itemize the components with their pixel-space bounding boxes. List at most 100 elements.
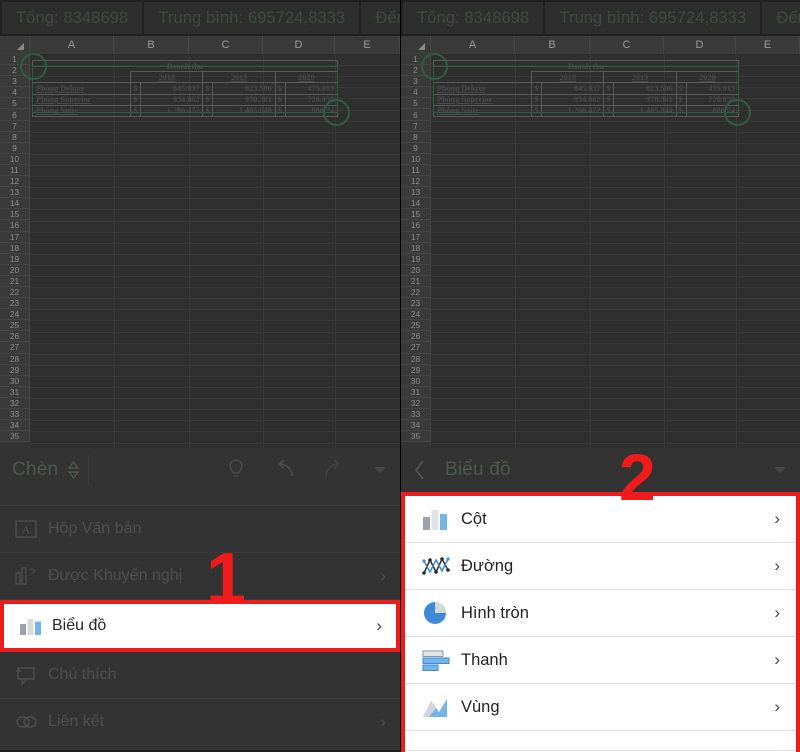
chart-type-area[interactable]: Vùng › <box>405 684 796 731</box>
row-header-5[interactable]: 5 <box>401 98 431 110</box>
row-header-6[interactable]: 6 <box>0 109 30 121</box>
row-header-25[interactable]: 25 <box>0 320 30 332</box>
row-header-11[interactable]: 11 <box>401 164 431 177</box>
chart-type-column[interactable]: Cột › <box>405 496 796 543</box>
row-header-12[interactable]: 12 <box>0 176 30 188</box>
row-header-35[interactable]: 35 <box>401 431 431 443</box>
grid-area-left[interactable]: Doanh thu 2018 2019 2020 Phòng Deluxe $ … <box>20 53 400 448</box>
row-header-23[interactable]: 23 <box>0 298 30 310</box>
row-header-14[interactable]: 14 <box>0 198 30 210</box>
menu-item-link[interactable]: Liên kết › <box>0 699 400 746</box>
row-header-26[interactable]: 26 <box>401 331 431 343</box>
row-header-22[interactable]: 22 <box>401 286 431 299</box>
row-header-16[interactable]: 16 <box>0 220 30 232</box>
row-header-31[interactable]: 31 <box>0 386 30 398</box>
row-header-3[interactable]: 3 <box>401 76 431 88</box>
row-header-18[interactable]: 18 <box>401 242 431 254</box>
row-header-14[interactable]: 14 <box>401 198 431 210</box>
row-header-8[interactable]: 8 <box>401 131 431 143</box>
row-header-17[interactable]: 17 <box>401 231 431 243</box>
row-header-17[interactable]: 17 <box>0 231 30 243</box>
toolbar-tab-label[interactable]: Chèn <box>12 459 58 481</box>
chart-type-partial-row[interactable] <box>405 731 796 751</box>
column-header-b[interactable]: B <box>114 36 189 54</box>
chart-type-line[interactable]: Đường › <box>405 543 796 590</box>
row-header-22[interactable]: 22 <box>0 286 30 299</box>
row-header-2[interactable]: 2 <box>401 65 431 77</box>
row-header-3[interactable]: 3 <box>0 76 30 88</box>
column-header-d[interactable]: D <box>664 36 736 54</box>
row-header-15[interactable]: 15 <box>0 209 30 221</box>
row-header-32[interactable]: 32 <box>0 397 30 409</box>
row-header-35[interactable]: 35 <box>0 431 30 443</box>
row-header-16[interactable]: 16 <box>401 220 431 232</box>
row-header-29[interactable]: 29 <box>401 364 431 376</box>
row-header-1[interactable]: 1 <box>401 54 431 66</box>
row-header-19[interactable]: 19 <box>0 253 30 265</box>
row-header-10[interactable]: 10 <box>0 153 30 165</box>
row-header-12[interactable]: 12 <box>401 176 431 188</box>
row-header-34[interactable]: 34 <box>401 420 431 432</box>
menu-item-comment[interactable]: Chú thích <box>0 652 400 699</box>
row-header-6[interactable]: 6 <box>401 109 431 121</box>
select-all-corner[interactable] <box>0 36 30 53</box>
select-all-corner[interactable] <box>401 36 431 53</box>
row-header-10[interactable]: 10 <box>401 153 431 165</box>
row-header-33[interactable]: 33 <box>401 409 431 421</box>
row-header-33[interactable]: 33 <box>0 409 30 421</box>
spinner-icon[interactable] <box>67 460 80 480</box>
row-header-25[interactable]: 25 <box>401 320 431 332</box>
row-header-24[interactable]: 24 <box>0 309 30 321</box>
chart-type-pie[interactable]: Hình tròn › <box>405 590 796 637</box>
row-header-28[interactable]: 28 <box>0 353 30 365</box>
row-header-27[interactable]: 27 <box>0 342 30 354</box>
chevron-down-icon[interactable] <box>372 464 388 476</box>
row-header-7[interactable]: 7 <box>0 120 30 132</box>
column-header-a[interactable]: A <box>30 36 114 54</box>
row-header-5[interactable]: 5 <box>0 98 30 110</box>
menu-item-recommended[interactable]: ? Được Khuyến nghị › <box>0 553 400 600</box>
row-header-11[interactable]: 11 <box>0 164 30 177</box>
row-header-4[interactable]: 4 <box>401 87 431 99</box>
redo-icon[interactable] <box>322 459 346 481</box>
row-header-7[interactable]: 7 <box>401 120 431 132</box>
row-header-13[interactable]: 13 <box>0 187 30 199</box>
row-header-21[interactable]: 21 <box>0 275 30 287</box>
column-header-e[interactable]: E <box>335 36 400 54</box>
row-header-2[interactable]: 2 <box>0 65 30 77</box>
row-header-1[interactable]: 1 <box>0 54 30 66</box>
grid-area-right[interactable]: Doanh thu 2018 2019 2020 Phòng Deluxe $ … <box>421 53 800 448</box>
row-header-9[interactable]: 9 <box>0 142 30 154</box>
row-header-29[interactable]: 29 <box>0 364 30 376</box>
row-header-28[interactable]: 28 <box>401 353 431 365</box>
chart-type-bar[interactable]: Thanh › <box>405 637 796 684</box>
row-header-4[interactable]: 4 <box>0 87 30 99</box>
column-header-c[interactable]: C <box>590 36 664 54</box>
row-header-15[interactable]: 15 <box>401 209 431 221</box>
row-header-31[interactable]: 31 <box>401 386 431 398</box>
lightbulb-icon[interactable] <box>226 458 246 482</box>
row-header-32[interactable]: 32 <box>401 397 431 409</box>
back-icon[interactable] <box>413 459 427 481</box>
row-header-23[interactable]: 23 <box>401 298 431 310</box>
row-header-34[interactable]: 34 <box>0 420 30 432</box>
row-header-21[interactable]: 21 <box>401 275 431 287</box>
menu-item-shapes[interactable]: Hình dạng › <box>0 492 400 506</box>
row-header-30[interactable]: 30 <box>0 375 30 387</box>
row-header-27[interactable]: 27 <box>401 342 431 354</box>
row-header-8[interactable]: 8 <box>0 131 30 143</box>
column-header-b[interactable]: B <box>515 36 590 54</box>
spreadsheet-right[interactable]: A B C D E 1 2 3 4 5 6 7 8 9 10 11 12 13 14 15 16 17 18 19 2… <box>401 36 800 448</box>
row-header-18[interactable]: 18 <box>0 242 30 254</box>
row-header-20[interactable]: 20 <box>0 264 30 276</box>
menu-item-textbox[interactable]: A Hộp Văn bản <box>0 506 400 553</box>
column-header-e[interactable]: E <box>736 36 800 54</box>
row-header-19[interactable]: 19 <box>401 253 431 265</box>
column-header-c[interactable]: C <box>189 36 263 54</box>
row-header-9[interactable]: 9 <box>401 142 431 154</box>
spreadsheet-left[interactable]: A B C D E 1 2 3 4 5 6 7 8 9 10 11 12 13 14 15 16 17 18 19 2… <box>0 36 400 448</box>
row-header-20[interactable]: 20 <box>401 264 431 276</box>
row-header-26[interactable]: 26 <box>0 331 30 343</box>
column-header-a[interactable]: A <box>431 36 515 54</box>
row-header-24[interactable]: 24 <box>401 309 431 321</box>
